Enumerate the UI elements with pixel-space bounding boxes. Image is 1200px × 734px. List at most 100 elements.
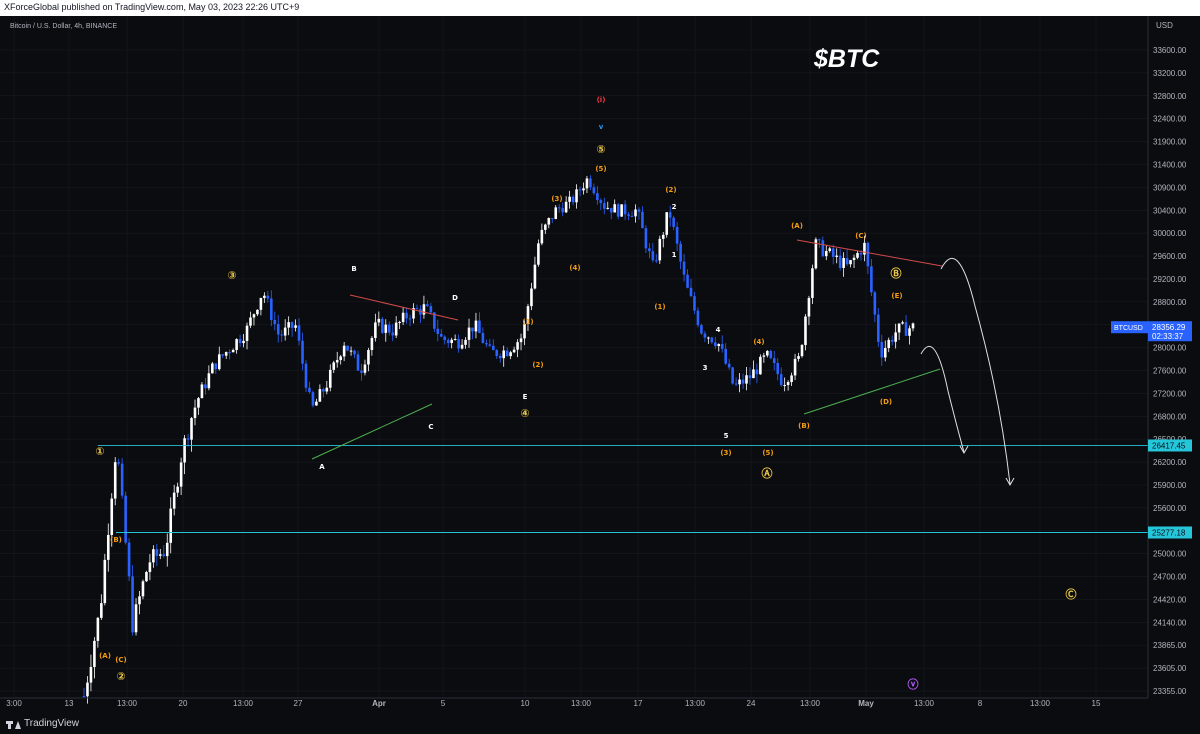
wave-label: 1 [672,251,677,259]
candle-body [856,253,859,258]
candle-body [609,207,613,213]
candle-body [315,401,318,406]
candle-body [474,320,478,332]
candle-body [363,364,367,373]
wave-label: v [599,123,604,131]
candle-body [786,382,790,386]
wave-label: ⓥ [908,677,919,691]
price-tick-label: 28800.00 [1153,298,1187,307]
candle-body [186,438,190,440]
candle-body [131,576,134,633]
candle-body [471,327,474,332]
candle-body [162,554,166,557]
candle-body [693,296,696,311]
candle-body [360,370,363,373]
candle-body [231,349,235,353]
tradingview-logo-icon [6,719,21,729]
candle-body [589,178,592,188]
candle-body [276,324,280,335]
candle-body [401,312,405,322]
candle-body [859,253,863,255]
candle-body [318,389,322,402]
candle-body [172,492,176,509]
candle-body [894,332,897,342]
candle-body [550,218,554,220]
candle-body [599,200,603,204]
candle-body [217,354,221,370]
wave-label: (D) [880,398,892,406]
price-chart[interactable]: ① (A) (B) (C) ② ③ A B C D E ④ (1) (2) (3) (4) (5) ⑤ v (i) (2… [0,16,1200,714]
price-tick-label: 26800.00 [1153,412,1187,421]
candle-body [641,211,644,229]
candle-body [342,345,346,357]
candle-body [727,363,731,368]
candle-body [387,324,391,333]
candle-body [724,348,727,364]
candle-body [866,242,870,267]
candle-body [585,178,589,189]
candle-body [710,337,714,343]
candle-body [821,240,825,257]
price-axis[interactable]: 33600.00 33200.00 32800.00 32400.00 31900.00… [1153,46,1187,696]
symbol-line: Bitcoin / U.S. Dollar, 4h, BINANCE [10,23,117,30]
candle-body [488,344,492,346]
candle-body [443,336,447,341]
wave-label: (5) [595,165,606,173]
candle-body [547,218,551,225]
wave-label: (B) [798,422,810,430]
price-tick-label: 31900.00 [1153,138,1187,147]
candle-body [408,318,412,320]
candle-body [717,344,721,347]
candle-body [748,375,752,379]
price-tick-label: 30400.00 [1153,206,1187,215]
candle-body [263,295,266,298]
price-tick-label: 28000.00 [1153,344,1187,353]
candle-body [117,462,120,464]
candle-body [818,239,821,241]
candle-body [745,375,748,384]
candle-body [661,234,665,239]
wave-label: (4) [753,338,764,346]
wave-label: Ⓒ [1066,587,1077,601]
candle-body [245,325,249,341]
candle-body [322,389,325,392]
candle-body [446,340,450,344]
wave-label: (1) [522,318,533,326]
chart-background [0,16,1200,714]
candle-body [176,486,179,493]
candle-body [280,334,284,336]
candle-body [356,354,360,371]
candle-body [353,350,356,355]
candle-body [720,344,724,349]
price-tick-label: 24700.00 [1153,573,1187,582]
candle-body [707,337,710,339]
currency-label: USD [1156,21,1173,30]
candle-body [672,217,675,227]
candle-body [759,356,762,375]
candle-body [405,312,408,319]
candle-body [686,274,689,288]
wave-label: E [523,393,528,401]
bar-countdown-text: 02:33:37 [1152,332,1184,341]
candle-body [897,323,901,333]
wave-label: C [428,423,433,431]
candle-body [145,571,148,582]
candle-body [228,352,231,354]
candle-body [637,209,641,212]
candle-body [703,333,707,338]
candle-body [381,318,384,333]
tradingview-logo[interactable]: TradingView [6,718,79,729]
candle-body [214,363,218,370]
candle-body [207,373,211,389]
wave-label: 2 [672,203,677,211]
candle-body [901,322,904,324]
candle-body [807,297,811,317]
candle-body [904,322,908,336]
price-tick-label: 23355.00 [1153,687,1187,696]
price-tick-label: 25000.00 [1153,550,1187,559]
candle-body [783,385,786,387]
candle-body [883,348,887,358]
candle-body [804,316,807,346]
candle-body [651,251,655,261]
candle-body [797,356,800,359]
